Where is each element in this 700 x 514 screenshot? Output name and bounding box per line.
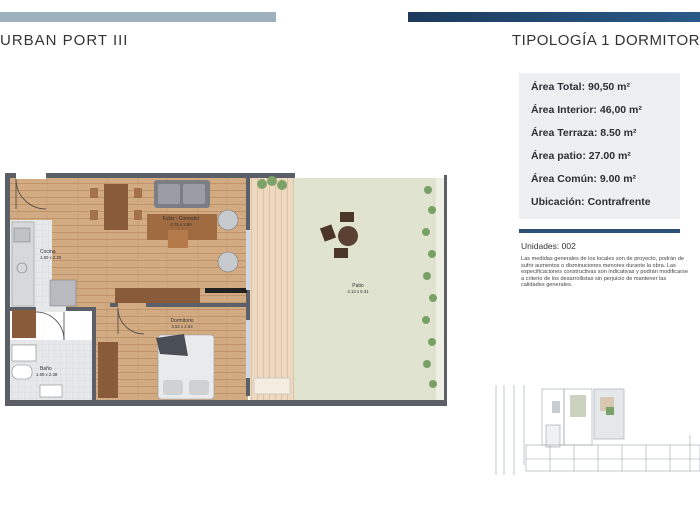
spec-area-terraza: Área Terraza: 8.50 m² [531,127,637,139]
terrace-deck [250,178,294,400]
header-bar-left [0,12,276,22]
label-cocina-dims: 1.80 x 2.26 [40,255,62,260]
toilet [11,364,33,380]
disclaimer-notes: Las medidas generales de los locales son… [521,256,688,289]
label-patio-dims: 4.13 x 6.31 [347,289,369,294]
floor-plan: Estar - Comedor 4.75 x 3.59 Cocina 1.80 … [5,170,447,406]
label-bano-dims: 1.68 x 2.38 [36,372,58,377]
spec-area-total: Área Total: 90,50 m² [531,81,631,93]
spec-ubicacion: Ubicación: Contrafrente [531,196,651,208]
typology-title: TIPOLOGÍA 1 DORMITOR [511,32,700,49]
area-specs-panel: Área Total: 90,50 m² Área Interior: 46,0… [519,73,680,219]
header-bar-right [408,12,700,22]
site-plan [495,385,700,475]
label-estar-dims: 4.75 x 3.59 [170,222,192,227]
spec-area-interior: Área Interior: 46,00 m² [531,104,642,116]
label-dormitorio-dims: 3.62 x 2.63 [171,324,193,329]
dining-table [104,184,128,230]
spec-area-comun: Área Común: 9.00 m² [531,173,637,185]
specs-separator [519,229,680,233]
spec-area-patio: Área patio: 27.00 m² [531,150,631,162]
project-name: URBAN PORT III [0,32,129,49]
units-label: Unidades: 002 [521,241,576,251]
